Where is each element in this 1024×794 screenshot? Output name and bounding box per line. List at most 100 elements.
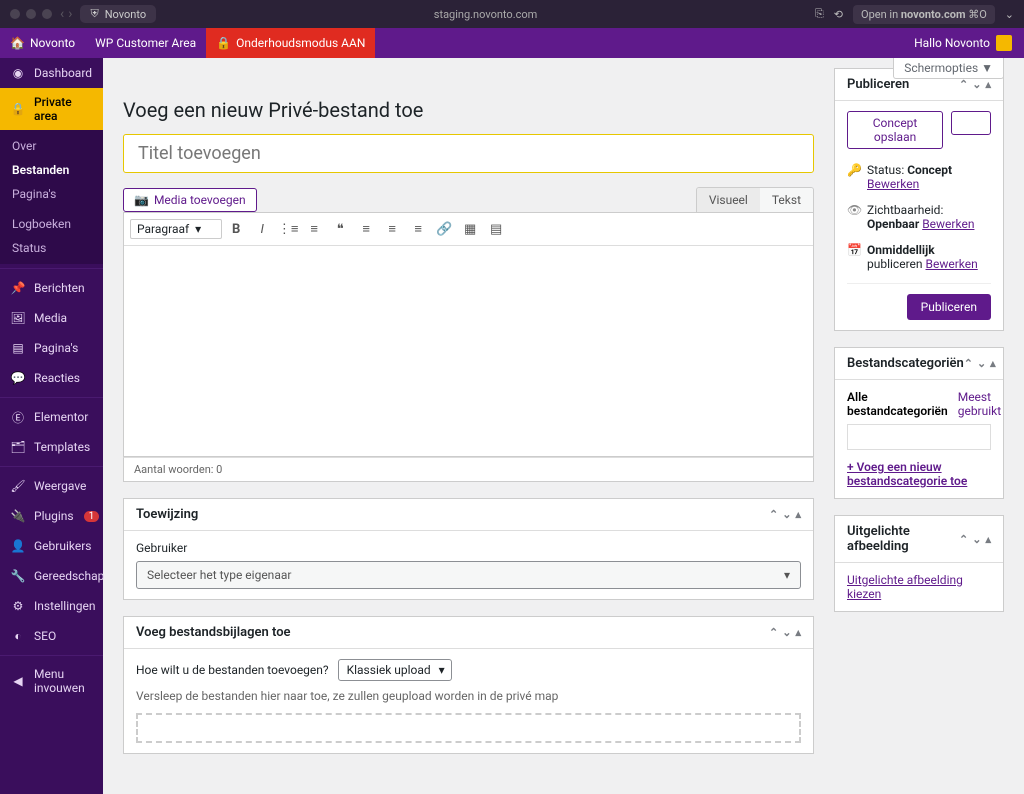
italic-button[interactable]: I — [250, 217, 274, 241]
caret-up-icon[interactable]: ▴ — [985, 78, 991, 91]
menu-private-area[interactable]: 🔒 Private area — [0, 88, 103, 130]
adminbar-account[interactable]: Hallo Novonto — [902, 35, 1024, 51]
chevron-down-icon[interactable]: ⌄ — [972, 78, 981, 91]
chevron-down-icon[interactable]: ⌄ — [782, 626, 791, 639]
camera-icon: 📷 — [134, 193, 149, 207]
chevron-up-icon[interactable]: ⌃ — [769, 626, 778, 639]
caret-up-icon[interactable]: ▴ — [990, 357, 996, 370]
chevron-down-icon[interactable]: ⌄ — [977, 357, 986, 370]
maintenance-badge[interactable]: 🔒 Onderhoudsmodus AAN — [206, 28, 375, 58]
menu-berichten[interactable]: 📌Berichten — [0, 273, 103, 303]
adminbar-site[interactable]: 🏠 Novonto — [0, 28, 85, 58]
avatar — [996, 35, 1012, 51]
edit-visibility-link[interactable]: Bewerken — [922, 217, 974, 231]
brush-icon: 🖌 — [10, 478, 26, 494]
reader-icon[interactable]: ⎘ — [815, 7, 824, 21]
url-display[interactable]: staging.novonto.com — [164, 8, 807, 21]
link-button[interactable]: 🔗 — [432, 217, 456, 241]
save-draft-button[interactable]: Concept opslaan — [847, 111, 943, 149]
number-list-button[interactable]: ≡ — [302, 217, 326, 241]
menu-media[interactable]: 🖼Media — [0, 303, 103, 333]
menu-seo[interactable]: ◐SEO — [0, 621, 103, 651]
dashboard-icon: ◉ — [10, 65, 26, 81]
menu-gereedschap[interactable]: 🔧Gereedschap — [0, 561, 103, 591]
cat-tab-most[interactable]: Meest gebruikt — [958, 390, 1001, 418]
owner-label: Gebruiker — [136, 541, 187, 555]
toolbar-toggle-button[interactable]: ▤ — [484, 217, 508, 241]
collapse-icon: ◀ — [10, 673, 26, 689]
caret-up-icon[interactable]: ▴ — [985, 533, 991, 546]
publish-button[interactable]: Publiceren — [907, 294, 991, 320]
menu-templates[interactable]: 🗂Templates — [0, 432, 103, 462]
more-button[interactable]: ▦ — [458, 217, 482, 241]
traffic-light-min[interactable] — [26, 9, 36, 19]
menu-instellingen[interactable]: ⚙Instellingen — [0, 591, 103, 621]
menu-reacties[interactable]: 💬Reacties — [0, 363, 103, 393]
chevron-down-icon[interactable]: ⌄ — [1005, 8, 1014, 21]
category-list — [847, 424, 991, 450]
media-icon: 🖼 — [10, 310, 26, 326]
bullet-list-button[interactable]: ⋮≡ — [276, 217, 300, 241]
nav-fwd-icon[interactable]: › — [68, 6, 72, 22]
menu-gebruikers[interactable]: 👤Gebruikers — [0, 531, 103, 561]
upload-method-select[interactable]: Klassiek upload — [338, 659, 452, 681]
file-dropzone[interactable] — [136, 713, 801, 743]
submenu-over[interactable]: Over — [0, 134, 103, 158]
traffic-light-max[interactable] — [42, 9, 52, 19]
menu-dashboard[interactable]: ◉ Dashboard — [0, 58, 103, 88]
toewijzing-title: Toewijzing — [136, 507, 198, 522]
chevron-down-icon[interactable]: ⌄ — [782, 508, 791, 521]
preview-button[interactable] — [951, 111, 991, 135]
caret-up-icon[interactable]: ▴ — [795, 626, 801, 639]
blockquote-button[interactable]: ❝ — [328, 217, 352, 241]
add-media-button[interactable]: 📷 Media toevoegen — [123, 188, 257, 212]
tab-text[interactable]: Tekst — [760, 188, 813, 212]
sliders-icon: ⚙ — [10, 598, 26, 614]
chevron-up-icon[interactable]: ⌃ — [959, 78, 968, 91]
chevron-up-icon[interactable]: ⌃ — [769, 508, 778, 521]
menu-collapse[interactable]: ◀Menu invouwen — [0, 660, 103, 702]
key-icon: 🔑 — [847, 163, 861, 177]
post-title-input[interactable] — [123, 134, 814, 173]
adminbar-wpca[interactable]: WP Customer Area — [85, 28, 206, 58]
categories-title: Bestandscategoriën — [847, 356, 964, 371]
screen-options-toggle[interactable]: Schermopties ▼ — [893, 58, 1004, 79]
publish-title: Publiceren — [847, 77, 909, 92]
tab-title: Novonto — [105, 8, 146, 21]
home-icon: 🏠 — [10, 36, 25, 50]
chevron-down-icon[interactable]: ⌄ — [972, 533, 981, 546]
wrench-icon: 🔧 — [10, 568, 26, 584]
submenu-status[interactable]: Status — [0, 236, 103, 260]
chevron-up-icon[interactable]: ⌃ — [959, 533, 968, 546]
tab-visual[interactable]: Visueel — [697, 188, 760, 212]
menu-paginas[interactable]: ▤Pagina's — [0, 333, 103, 363]
format-select[interactable]: Paragraaf ▾ — [130, 219, 222, 239]
align-center-button[interactable]: ≡ — [380, 217, 404, 241]
add-category-link[interactable]: + Voeg een nieuw bestandscategorie toe — [847, 460, 967, 488]
nav-back-icon[interactable]: ‹ — [60, 6, 64, 22]
open-in-button[interactable]: Open in novonto.com ⌘O — [853, 5, 995, 24]
align-left-button[interactable]: ≡ — [354, 217, 378, 241]
caret-up-icon[interactable]: ▴ — [795, 508, 801, 521]
owner-type-select[interactable]: Selecteer het type eigenaar — [136, 561, 801, 589]
attachments-title: Voeg bestandsbijlagen toe — [136, 625, 291, 640]
page-title: Voeg een nieuw Privé-bestand toe — [123, 98, 814, 122]
cat-tab-all[interactable]: Alle bestandcategoriën — [847, 390, 948, 418]
submenu-paginas[interactable]: Pagina's — [0, 182, 103, 206]
align-right-button[interactable]: ≡ — [406, 217, 430, 241]
menu-plugins[interactable]: 🔌Plugins1 — [0, 501, 103, 531]
submenu-bestanden[interactable]: Bestanden — [0, 158, 103, 182]
traffic-light-close[interactable] — [10, 9, 20, 19]
bold-button[interactable]: B — [224, 217, 248, 241]
set-featured-image-link[interactable]: Uitgelichte afbeelding kiezen — [847, 573, 963, 601]
menu-weergave[interactable]: 🖌Weergave — [0, 471, 103, 501]
upload-question: Hoe wilt u de bestanden toevoegen? — [136, 663, 329, 677]
content-editor[interactable] — [124, 246, 813, 456]
edit-schedule-link[interactable]: Bewerken — [926, 257, 978, 271]
chevron-up-icon[interactable]: ⌃ — [964, 357, 973, 370]
link-icon[interactable]: ⟲ — [834, 8, 843, 21]
edit-status-link[interactable]: Bewerken — [867, 177, 919, 191]
browser-tab[interactable]: ⛨ Novonto — [80, 5, 156, 23]
menu-elementor[interactable]: ⒺElementor — [0, 402, 103, 432]
submenu-logboeken[interactable]: Logboeken — [0, 212, 103, 236]
